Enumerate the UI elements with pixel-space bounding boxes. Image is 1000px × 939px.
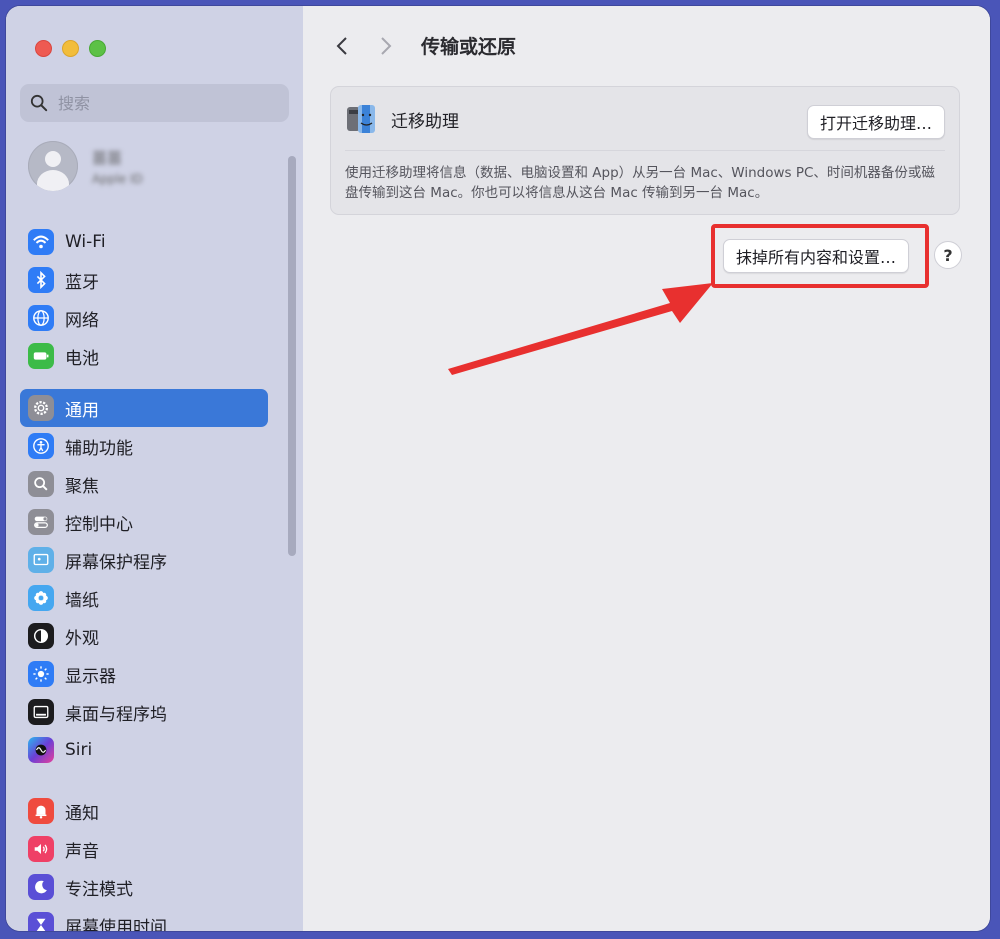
toolbar: 传输或还原 xyxy=(329,32,516,59)
sidebar-item-label: Wi-Fi xyxy=(65,232,106,252)
search-input[interactable] xyxy=(56,92,280,114)
sidebar-item-label: 墙纸 xyxy=(65,590,99,611)
battery-icon xyxy=(28,343,54,369)
sidebar-item-siri[interactable]: Siri xyxy=(20,731,268,769)
account-name: 苗苗 xyxy=(92,148,123,167)
sidebar-item-sound[interactable]: 声音 xyxy=(20,830,268,868)
appearance-icon xyxy=(28,623,54,649)
sidebar-item-network[interactable]: 网络 xyxy=(20,299,268,337)
sun-icon xyxy=(28,661,54,687)
magnifier-icon xyxy=(28,471,54,497)
account-subtitle: Apple ID xyxy=(92,171,143,186)
flower-icon xyxy=(28,585,54,611)
sidebar-item-appearance[interactable]: 外观 xyxy=(20,617,268,655)
sidebar-item-wallpaper[interactable]: 墙纸 xyxy=(20,579,268,617)
globe-icon xyxy=(28,305,54,331)
sidebar-item-label: 外观 xyxy=(65,628,99,649)
sidebar-item-focus[interactable]: 专注模式 xyxy=(20,868,268,906)
erase-all-content-button[interactable]: 抹掉所有内容和设置… xyxy=(723,239,910,273)
sidebar-item-displays[interactable]: 显示器 xyxy=(20,655,268,693)
sidebar-item-label: 辅助功能 xyxy=(65,438,133,459)
sidebar: 苗苗 Apple ID Wi-Fi 蓝牙 网络 xyxy=(6,6,304,931)
sidebar-group-system: 通用 辅助功能 聚焦 控制中心 屏幕保护程序 墙纸 外观 显示器 桌面与程序坞 … xyxy=(20,389,268,769)
sidebar-item-control-center[interactable]: 控制中心 xyxy=(20,503,268,541)
migration-card: 迁移助理 打开迁移助理… 使用迁移助理将信息（数据、电脑设置和 App）从另一台… xyxy=(330,86,960,215)
annotation-arrow xyxy=(448,283,713,375)
chevron-right-icon xyxy=(381,36,392,55)
bluetooth-icon xyxy=(28,267,54,293)
dock-icon xyxy=(28,699,54,725)
wifi-icon xyxy=(28,229,54,255)
avatar xyxy=(28,141,78,191)
migration-assistant-icon xyxy=(345,101,375,137)
close-button[interactable] xyxy=(35,40,52,57)
migration-description: 使用迁移助理将信息（数据、电脑设置和 App）从另一台 Mac、Windows … xyxy=(345,165,935,201)
moon-icon xyxy=(28,874,54,900)
open-migration-assistant-button[interactable]: 打开迁移助理… xyxy=(806,105,945,139)
minimize-button[interactable] xyxy=(62,40,79,57)
help-button[interactable]: ? xyxy=(934,241,962,269)
sidebar-item-label: 桌面与程序坞 xyxy=(65,704,167,725)
back-button[interactable] xyxy=(329,33,355,59)
zoom-button[interactable] xyxy=(89,40,106,57)
migration-label: 迁移助理 xyxy=(391,111,459,132)
sidebar-item-bluetooth[interactable]: 蓝牙 xyxy=(20,261,268,299)
account-row[interactable]: 苗苗 Apple ID xyxy=(28,141,143,191)
main-pane: 传输或还原 迁移助理 打开迁移助理… 使用迁移助理将信息（数据、电脑设置和 Ap… xyxy=(303,6,990,931)
divider xyxy=(345,150,945,151)
sidebar-item-label: 通用 xyxy=(65,400,99,421)
toggles-icon xyxy=(28,509,54,535)
sidebar-item-screen-time[interactable]: 屏幕使用时间 xyxy=(20,906,268,931)
sidebar-scrollbar[interactable] xyxy=(288,156,296,556)
gear-icon xyxy=(28,395,54,421)
sidebar-item-accessibility[interactable]: 辅助功能 xyxy=(20,427,268,465)
chevron-left-icon xyxy=(336,36,347,55)
sidebar-item-desktop-dock[interactable]: 桌面与程序坞 xyxy=(20,693,268,731)
sidebar-item-label: 蓝牙 xyxy=(65,272,99,293)
sidebar-item-label: 电池 xyxy=(65,348,99,369)
search-field[interactable] xyxy=(20,84,289,122)
sidebar-item-label: 控制中心 xyxy=(65,514,133,535)
hourglass-icon xyxy=(28,912,54,931)
sidebar-item-label: 网络 xyxy=(65,310,99,331)
settings-window: 苗苗 Apple ID Wi-Fi 蓝牙 网络 xyxy=(6,6,990,931)
sidebar-item-battery[interactable]: 电池 xyxy=(20,337,268,375)
sidebar-item-general[interactable]: 通用 xyxy=(20,389,268,427)
sidebar-item-screensaver[interactable]: 屏幕保护程序 xyxy=(20,541,268,579)
sidebar-item-label: 声音 xyxy=(65,841,99,862)
sidebar-item-label: 专注模式 xyxy=(65,879,133,900)
screensaver-icon xyxy=(28,547,54,573)
sidebar-item-wifi[interactable]: Wi-Fi xyxy=(20,223,268,261)
sidebar-item-label: 屏幕保护程序 xyxy=(65,552,167,573)
sidebar-group-focus: 通知 声音 专注模式 屏幕使用时间 xyxy=(20,792,268,931)
sidebar-item-label: 聚焦 xyxy=(65,476,99,497)
sidebar-item-label: Siri xyxy=(65,740,93,760)
sidebar-item-notifications[interactable]: 通知 xyxy=(20,792,268,830)
sidebar-group-network: Wi-Fi 蓝牙 网络 电池 xyxy=(20,223,268,375)
forward-button[interactable] xyxy=(373,33,399,59)
page-title: 传输或还原 xyxy=(421,36,517,58)
sidebar-item-label: 屏幕使用时间 xyxy=(65,917,167,932)
accessibility-icon xyxy=(28,433,54,459)
speaker-icon xyxy=(28,836,54,862)
sidebar-item-label: 显示器 xyxy=(65,666,116,687)
sidebar-item-spotlight[interactable]: 聚焦 xyxy=(20,465,268,503)
search-icon xyxy=(30,94,48,112)
sidebar-item-label: 通知 xyxy=(65,803,99,824)
bell-icon xyxy=(28,798,54,824)
siri-icon xyxy=(28,737,54,763)
window-controls xyxy=(35,40,106,57)
